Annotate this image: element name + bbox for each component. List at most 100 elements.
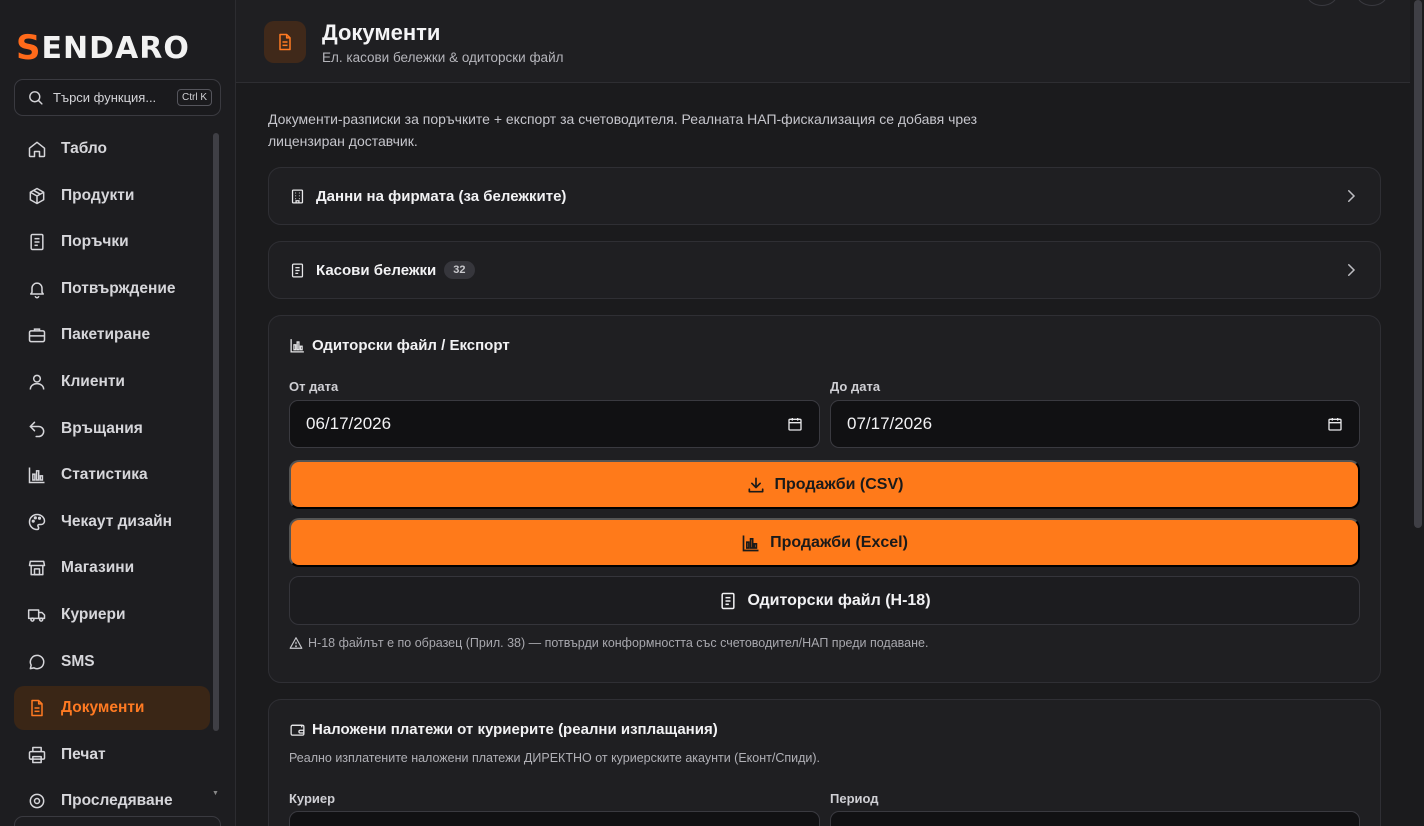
search-placeholder: Търси функция...	[53, 90, 157, 105]
palette-icon	[28, 513, 46, 531]
audit-file-button[interactable]: Одиторски файл (Н-18)	[289, 576, 1360, 625]
sidebar-item-documents[interactable]: Документи	[14, 686, 210, 731]
page-title: Документи	[322, 20, 441, 45]
receipt-icon	[291, 262, 304, 278]
chevron-right-icon	[1348, 264, 1356, 276]
feature-search[interactable]: Търси функция... Ctrl K	[14, 79, 221, 116]
download-icon	[748, 477, 764, 492]
bar-chart-icon	[742, 535, 759, 551]
sidebar-item-label: Потвърждение	[61, 279, 176, 297]
export-title: Одиторски файл / Експорт	[312, 337, 510, 354]
sidebar-item-label: Връщания	[61, 419, 143, 437]
export-csv-button[interactable]: Продажби (CSV)	[289, 460, 1360, 509]
audit-export-card: Одиторски файл / Експорт От дата 06/17/2…	[268, 315, 1381, 683]
receipt-icon	[721, 592, 736, 609]
bar-chart-icon	[28, 467, 45, 484]
receipts-count-badge: 32	[444, 261, 475, 279]
wallet-icon	[290, 724, 305, 736]
home-icon	[28, 141, 46, 158]
sidebar-item-label: Табло	[61, 140, 108, 157]
sidebar-item-print[interactable]: Печат	[14, 733, 210, 777]
document-icon	[31, 699, 43, 717]
sidebar-nav: Табло Продукти Поръчки Потвърждение Паке…	[14, 127, 210, 826]
sidebar-scrollbar[interactable]	[213, 133, 219, 731]
sendaro-logo[interactable]: S ENDARO	[16, 28, 190, 68]
period-select[interactable]	[830, 811, 1360, 826]
sidebar-item-stores[interactable]: Магазини	[14, 546, 210, 590]
courier-label: Куриер	[289, 791, 336, 806]
sidebar-item-orders[interactable]: Поръчки	[14, 220, 210, 264]
sidebar-bottom-panel[interactable]	[14, 816, 221, 826]
warning-icon	[289, 637, 303, 649]
truck-icon	[27, 609, 46, 622]
app: S ENDARO Търси функция... Ctrl K Табло Пр…	[0, 0, 1424, 826]
n18-note: Н-18 файлът е по образец (Прил. 38) — по…	[289, 636, 928, 650]
to-date-input[interactable]: 07/17/2026	[830, 400, 1360, 448]
calendar-icon[interactable]	[787, 416, 803, 432]
period-label: Период	[830, 791, 879, 806]
sidebar-item-sms[interactable]: SMS	[14, 640, 210, 684]
undo-icon	[29, 421, 45, 437]
sidebar-item-products[interactable]: Продукти	[14, 174, 210, 218]
header-action-button[interactable]	[1306, 0, 1338, 6]
export-excel-button[interactable]: Продажби (Excel)	[289, 518, 1360, 567]
sidebar-item-label: SMS	[61, 652, 95, 670]
briefcase-icon	[28, 328, 46, 343]
sidebar-item-returns[interactable]: Връщания	[14, 407, 210, 451]
search-icon	[29, 91, 43, 105]
sidebar-item-label: Пакетиране	[61, 326, 151, 344]
page-scrollbar[interactable]	[1414, 0, 1422, 528]
export-excel-label: Продажби (Excel)	[770, 533, 908, 551]
to-date-value: 07/17/2026	[847, 414, 933, 433]
building-icon	[291, 188, 304, 204]
chat-icon	[29, 654, 45, 669]
receipts-header[interactable]: Касови бележки 32	[269, 242, 1380, 298]
sidebar-item-packing[interactable]: Пакетиране	[14, 313, 210, 357]
scroll-down-icon[interactable]: ▼	[212, 790, 219, 797]
sidebar-item-confirmation[interactable]: Потвърждение	[14, 267, 210, 311]
sidebar-item-label: Статистика	[61, 466, 148, 484]
sidebar-item-statistics[interactable]: Статистика	[14, 453, 210, 497]
audit-file-label: Одиторски файл (Н-18)	[747, 591, 931, 609]
sidebar-item-label: Документи	[61, 699, 145, 717]
company-data-header[interactable]: Данни на фирмата (за бележките)	[269, 168, 1380, 224]
location-icon	[29, 793, 45, 809]
company-data-title: Данни на фирмата (за бележките)	[316, 187, 567, 205]
courier-select[interactable]	[289, 811, 820, 826]
sidebar-item-clients[interactable]: Клиенти	[14, 360, 210, 404]
export-csv-label: Продажби (CSV)	[774, 475, 904, 493]
logo-s: S	[16, 28, 42, 68]
page-subtitle: Ел. касови бележки & одиторски файл	[322, 50, 564, 65]
store-icon	[28, 560, 46, 576]
chevron-right-icon	[1348, 190, 1356, 202]
calendar-icon[interactable]	[1327, 416, 1343, 432]
bar-chart-icon	[290, 339, 304, 353]
from-date-input[interactable]: 06/17/2026	[289, 400, 820, 448]
sidebar-item-label: Куриери	[61, 605, 126, 623]
intro-text: Документи-разписки за поръчките + експор…	[268, 111, 978, 149]
user-icon	[29, 374, 45, 390]
sidebar-item-checkout-design[interactable]: Чекаут дизайн	[14, 500, 210, 544]
sidebar-item-label: Клиенти	[61, 372, 125, 390]
sidebar-item-label: Магазини	[61, 559, 135, 577]
sidebar-item-label: Продукти	[61, 186, 135, 204]
company-data-card[interactable]: Данни на фирмата (за бележките)	[268, 167, 1381, 225]
sidebar-item-label: Поръчки	[61, 233, 129, 251]
cod-description: Реално изплатените наложени платежи ДИРЕ…	[289, 751, 821, 765]
header-action-button[interactable]	[1356, 0, 1388, 6]
receipts-title: Касови бележки	[316, 261, 437, 279]
from-date-value: 06/17/2026	[306, 414, 392, 433]
receipts-card[interactable]: Касови бележки 32	[268, 241, 1381, 299]
page-icon	[264, 21, 306, 63]
export-title-row: Одиторски файл / Експорт	[289, 337, 510, 354]
to-date-label: До дата	[830, 379, 881, 394]
receipt-icon	[30, 233, 44, 251]
sidebar-item-label: Чекаут дизайн	[61, 512, 172, 530]
sidebar-item-dashboard[interactable]: Табло	[14, 127, 210, 171]
cod-title-row: Наложени платежи от куриерите (реални из…	[289, 721, 718, 738]
from-date-label: От дата	[289, 379, 339, 394]
sidebar-item-couriers[interactable]: Куриери	[14, 593, 210, 637]
cod-payouts-card: Наложени платежи от куриерите (реални из…	[268, 699, 1381, 826]
page-header: Документи Ел. касови бележки & одиторски…	[236, 0, 1410, 83]
sidebar-item-label: Печат	[61, 745, 106, 763]
